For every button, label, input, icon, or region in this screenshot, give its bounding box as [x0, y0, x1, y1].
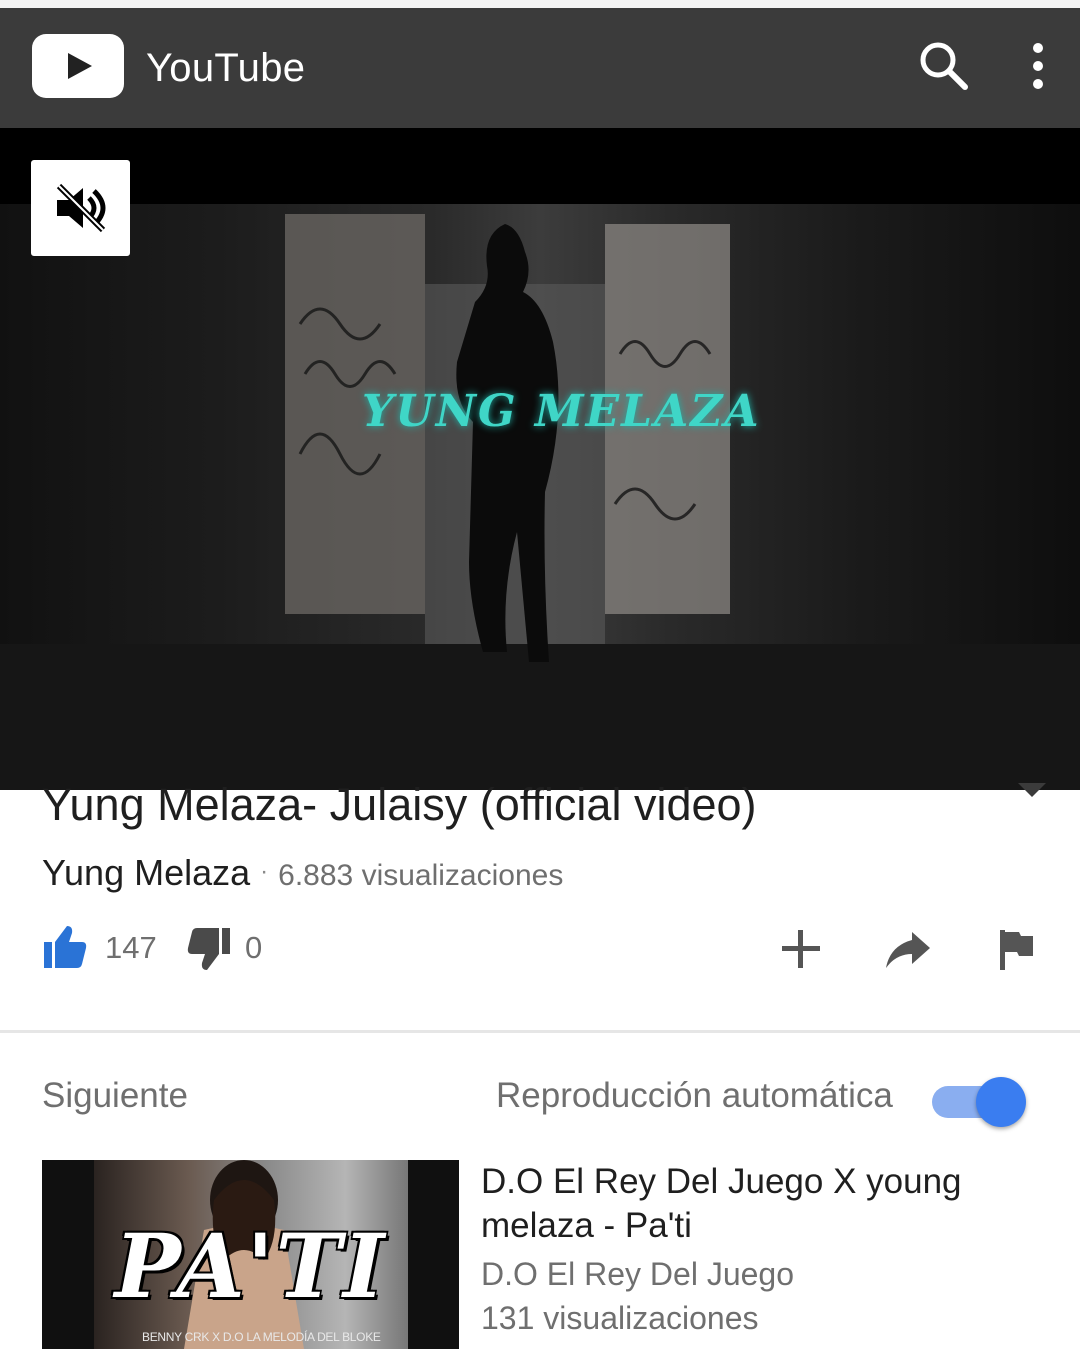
video-meta: Yung Melaza · 6.883 visualizaciones — [42, 852, 564, 893]
report-button[interactable] — [994, 926, 1036, 972]
more-vertical-icon — [1033, 43, 1043, 89]
like-button[interactable] — [42, 924, 88, 970]
search-button[interactable] — [914, 36, 974, 96]
add-to-playlist-icon — [782, 930, 820, 968]
video-overlay-title: YUNG MELAZA — [362, 386, 761, 437]
add-to-playlist-button[interactable] — [778, 926, 824, 972]
autoplay-label: Reproducción automática — [496, 1076, 893, 1115]
autoplay-toggle[interactable] — [928, 1074, 1030, 1130]
dislike-button[interactable] — [182, 926, 232, 972]
up-next-thumbnail[interactable]: PA'TI BENNY CRK X D.O LA MELODÍA DEL BLO… — [42, 1160, 459, 1349]
up-next-views: 131 visualizaciones — [481, 1300, 759, 1336]
up-next-channel: D.O El Rey Del Juego — [481, 1256, 795, 1292]
video-title: Yung Melaza- Julaisy (official video) — [42, 779, 757, 830]
video-actions: 147 0 — [0, 918, 1080, 988]
video-player[interactable]: YUNG MELAZA — [0, 128, 1080, 790]
expand-description-button[interactable] — [1012, 776, 1052, 806]
video-title-row: Yung Melaza- Julaisy (official video) — [42, 778, 1002, 832]
app-bar: YouTube — [0, 8, 1080, 128]
mute-button[interactable] — [31, 160, 130, 256]
separator-dot: · — [260, 858, 269, 885]
view-count: 6.883 visualizaciones — [278, 859, 564, 892]
youtube-play-icon — [68, 53, 92, 79]
autoplay-toggle-knob — [976, 1077, 1026, 1127]
video-frame — [0, 204, 1080, 790]
thumbnail-title: PA'TI — [114, 1214, 387, 1318]
like-count: 147 — [105, 930, 157, 965]
app-title: YouTube — [146, 46, 306, 90]
search-icon — [920, 42, 968, 90]
section-divider — [0, 1030, 1080, 1033]
share-icon — [886, 932, 930, 968]
more-options-button[interactable] — [1014, 36, 1062, 96]
thumbnail-credits: BENNY CRK X D.O LA MELODÍA DEL BLOKE — [142, 1330, 381, 1344]
flag-icon — [1000, 930, 1033, 970]
video-still — [0, 214, 1080, 790]
youtube-logo[interactable] — [32, 34, 124, 98]
thumbs-down-icon — [187, 928, 230, 970]
channel-name[interactable]: Yung Melaza — [42, 852, 250, 893]
share-button[interactable] — [882, 926, 934, 972]
up-next-label: Siguiente — [42, 1076, 188, 1115]
dislike-count: 0 — [245, 930, 263, 965]
status-strip — [0, 0, 1080, 8]
caret-down-icon — [1018, 783, 1046, 797]
thumbs-up-icon — [44, 926, 87, 968]
up-next-title[interactable]: D.O El Rey Del Juego X young melaza - Pa… — [481, 1160, 1041, 1248]
volume-off-icon — [56, 183, 106, 233]
